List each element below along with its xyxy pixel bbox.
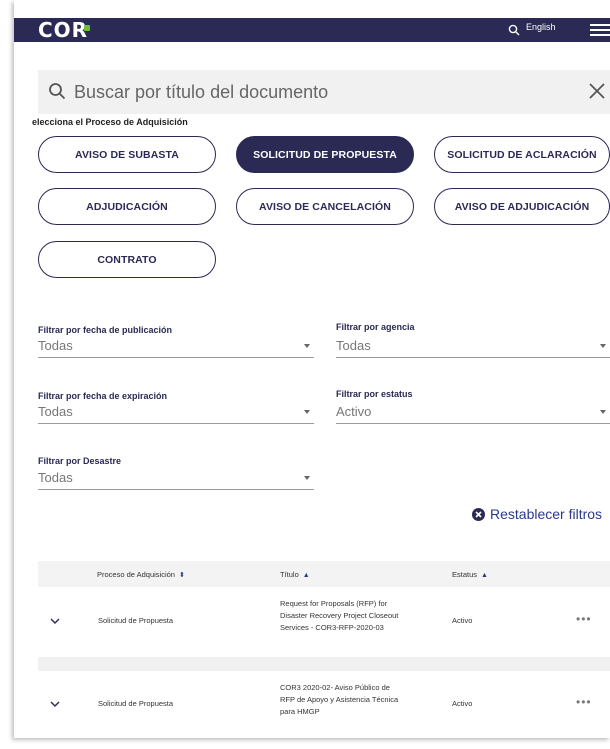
filter-pub-date-value: Todas <box>38 338 73 353</box>
row-process: Solicitud de Propuesta <box>98 699 174 708</box>
row-title[interactable]: Request for Proposals (RFP) for Disaster… <box>280 598 398 634</box>
chevron-down-icon[interactable] <box>50 618 60 624</box>
filter-disaster-label: Filtrar por Desastre <box>38 456 122 466</box>
filter-agency-select[interactable]: Todas <box>336 336 610 358</box>
reset-filters-label: Restablecer filtros <box>490 506 603 522</box>
filter-status-select[interactable]: Activo <box>336 402 610 424</box>
column-header-title-label: Título <box>280 570 299 579</box>
row-divider <box>38 657 610 671</box>
logo[interactable]: COR <box>38 20 88 40</box>
logo-accent <box>84 25 90 31</box>
process-section-label: elecciona el Proceso de Adquisición <box>32 117 188 127</box>
row-title-line: COR3 2020-02- Aviso Público de <box>280 683 390 692</box>
filter-exp-date-label: Filtrar por fecha de expiración <box>38 391 168 401</box>
process-option-solicitud-de-propuesta[interactable]: SOLICITUD DE PROPUESTA <box>236 136 414 173</box>
row-status: Activo <box>452 616 473 625</box>
more-options-icon[interactable]: ••• <box>576 695 592 709</box>
top-navbar: COR English <box>14 18 610 42</box>
row-title-line: Request for Proposals (RFP) for <box>280 599 388 608</box>
filter-status-label: Filtrar por estatus <box>336 389 413 399</box>
row-title[interactable]: COR3 2020-02- Aviso Público de RFP de Ap… <box>280 682 398 718</box>
filter-pub-date-select[interactable]: Todas <box>38 336 314 358</box>
sort-both-icon: ⬍ <box>178 572 185 579</box>
filter-agency-value: Todas <box>336 338 371 353</box>
row-title-line: para HMGP <box>280 707 320 716</box>
row-title-line: Services - COR3-RFP-2020-03 <box>280 623 384 632</box>
reset-filters-button[interactable]: Restablecer filtros <box>472 506 602 522</box>
close-icon[interactable] <box>588 82 606 100</box>
chevron-down-icon[interactable] <box>50 701 60 707</box>
table-row[interactable]: Solicitud de Propuesta COR3 2020-02- Avi… <box>38 671 610 738</box>
filter-exp-date-select[interactable]: Todas <box>38 402 314 424</box>
more-options-icon[interactable]: ••• <box>576 612 592 626</box>
row-process: Solicitud de Propuesta <box>98 616 174 625</box>
row-status: Activo <box>452 699 473 708</box>
filter-disaster-select[interactable]: Todas <box>38 468 314 490</box>
column-header-process-label: Proceso de Adquisición <box>97 570 175 579</box>
language-link[interactable]: English <box>526 22 556 32</box>
table-row[interactable]: Solicitud de Propuesta Request for Propo… <box>38 587 610 657</box>
caret-down-icon <box>304 476 310 480</box>
column-header-status[interactable]: Estatus ▲ <box>452 570 488 579</box>
process-option-aviso-de-cancelacion[interactable]: AVISO DE CANCELACIÓN <box>236 188 414 225</box>
column-header-process[interactable]: Proceso de Adquisición ⬍ <box>97 570 185 579</box>
row-title-line: RFP de Apoyo y Asistencia Técnica <box>280 695 399 704</box>
caret-down-icon <box>600 410 606 414</box>
close-circle-icon <box>472 507 485 521</box>
filter-pub-date-label: Filtrar por fecha de publicación <box>38 325 173 335</box>
caret-down-icon <box>304 344 310 348</box>
caret-down-icon <box>600 344 606 348</box>
document-search <box>38 70 610 114</box>
filter-status-value: Activo <box>336 404 372 419</box>
filter-exp-date-value: Todas <box>38 404 73 419</box>
process-option-aviso-de-subasta[interactable]: AVISO DE SUBASTA <box>38 136 216 173</box>
hamburger-menu-icon[interactable] <box>590 24 610 36</box>
sort-asc-icon: ▲ <box>481 572 488 579</box>
process-option-adjudicacion[interactable]: ADJUDICACIÓN <box>38 188 216 225</box>
search-input[interactable] <box>74 79 574 105</box>
filter-agency-label: Filtrar por agencia <box>336 322 415 332</box>
filter-disaster-value: Todas <box>38 470 73 485</box>
process-option-solicitud-de-aclaracion[interactable]: SOLICITUD DE ACLARACIÓN <box>434 136 610 173</box>
page: COR English elecciona el Proceso de Adqu… <box>14 0 610 738</box>
column-header-title[interactable]: Título ▲ <box>280 570 310 579</box>
sort-asc-icon: ▲ <box>302 572 310 579</box>
caret-down-icon <box>304 410 310 414</box>
process-option-aviso-de-adjudicacion[interactable]: AVISO DE ADJUDICACIÓN <box>434 188 610 225</box>
search-icon[interactable] <box>508 24 520 36</box>
table-header: Proceso de Adquisición ⬍ Título ▲ Estatus ▲ <box>38 561 610 587</box>
process-option-contrato[interactable]: CONTRATO <box>38 241 216 278</box>
column-header-status-label: Estatus <box>452 570 478 579</box>
search-icon <box>49 83 66 100</box>
row-title-line: Disaster Recovery Project Closeout <box>280 611 399 620</box>
